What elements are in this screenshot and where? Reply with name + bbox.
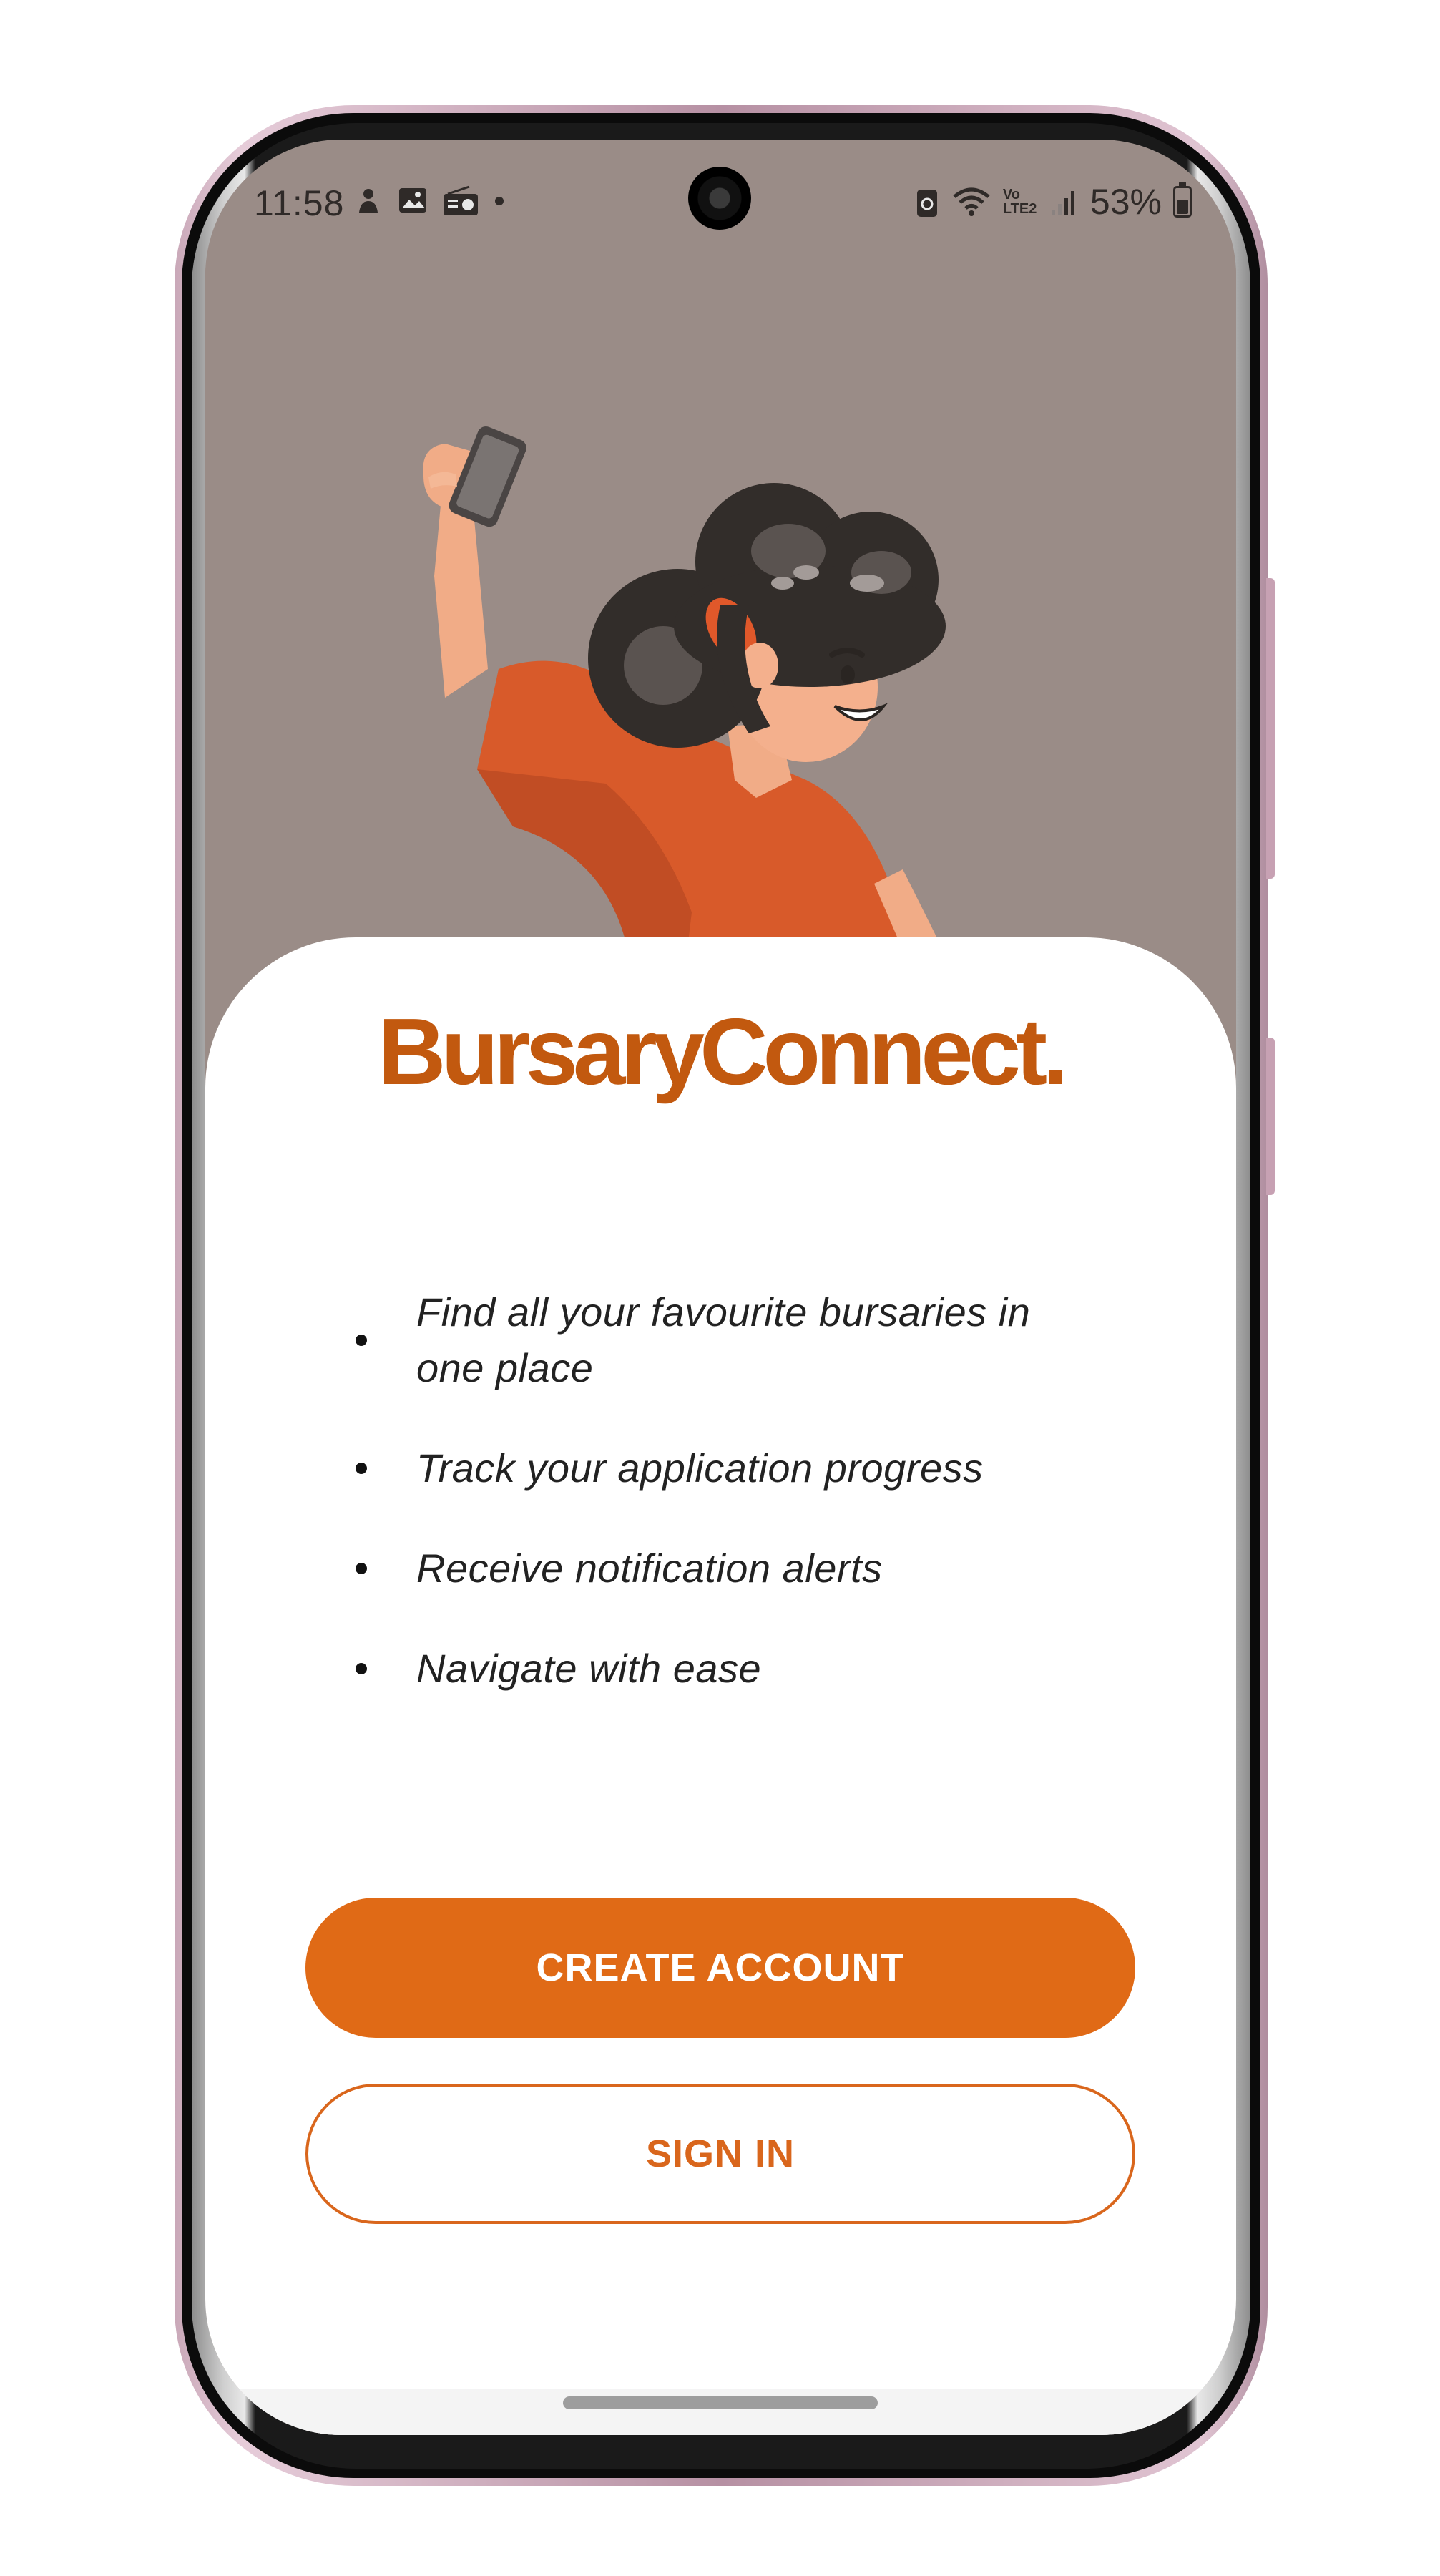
home-indicator[interactable]	[563, 2396, 878, 2409]
feature-text: Navigate with ease	[416, 1646, 762, 1691]
more-dot-icon	[495, 197, 504, 205]
battery-icon	[1173, 182, 1192, 218]
radio-icon	[444, 185, 478, 215]
feature-text: Find all your favourite bursaries in one…	[416, 1289, 1031, 1390]
battery-saver-icon	[916, 190, 937, 217]
status-time: 11:58	[254, 183, 345, 223]
bullet-icon	[356, 1663, 367, 1674]
create-account-button[interactable]: CREATE ACCOUNT	[305, 1898, 1135, 2038]
status-bar: 11:58 Vo LTE2 53%	[205, 140, 1236, 268]
signal-icon	[1051, 191, 1074, 215]
volume-button	[1266, 578, 1275, 879]
feature-text: Track your application progress	[416, 1445, 984, 1491]
app-logo: BursaryConnect.	[378, 999, 1069, 1104]
front-camera	[688, 167, 751, 230]
feature-item: Track your application progress	[356, 1440, 1057, 1496]
wifi-icon	[953, 187, 990, 216]
bullet-icon	[356, 1335, 367, 1346]
bullet-icon	[356, 1463, 367, 1474]
feature-text: Receive notification alerts	[416, 1546, 883, 1591]
phone-screen: 11:58 Vo LTE2 53% BursaryConnect. Find a…	[205, 140, 1236, 2435]
battery-percent: 53%	[1089, 182, 1162, 222]
feature-item: Find all your favourite bursaries in one…	[356, 1284, 1057, 1396]
volte-icon: Vo LTE2	[1002, 187, 1037, 217]
bullet-icon	[356, 1563, 367, 1574]
status-system-icons: Vo LTE2 53%	[914, 181, 1192, 223]
notification-icon	[359, 189, 378, 213]
status-notification-icons	[352, 184, 506, 217]
gallery-icon	[399, 188, 426, 213]
feature-item: Navigate with ease	[356, 1641, 1057, 1697]
welcome-sheet: BursaryConnect. Find all your favourite …	[205, 937, 1236, 2435]
power-button	[1266, 1038, 1275, 1195]
feature-list: Find all your favourite bursaries in one…	[356, 1284, 1057, 1741]
sign-in-button[interactable]: SIGN IN	[305, 2084, 1135, 2224]
feature-item: Receive notification alerts	[356, 1541, 1057, 1596]
navigation-bar	[205, 2389, 1236, 2435]
